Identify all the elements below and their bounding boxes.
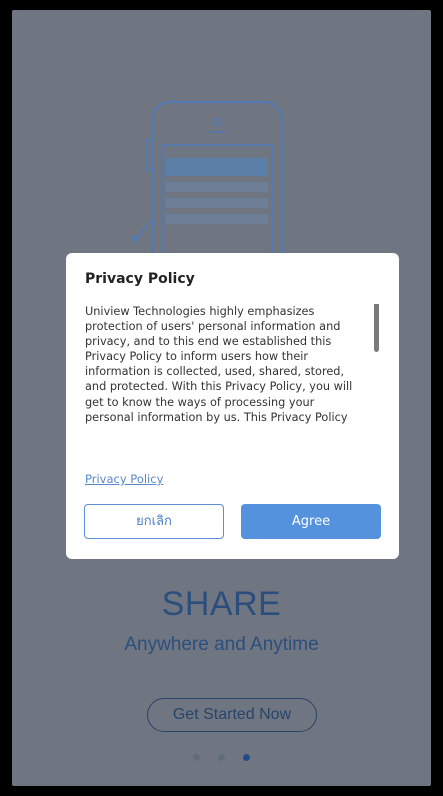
page-indicator (12, 754, 431, 761)
cancel-button[interactable]: ยกเลิก (84, 504, 224, 539)
dialog-scrollbar[interactable] (374, 304, 379, 352)
page-dot-2[interactable] (218, 754, 225, 761)
page-dot-3-active[interactable] (243, 754, 250, 761)
privacy-policy-dialog: Privacy Policy Uniview Technologies high… (66, 253, 399, 559)
dialog-title: Privacy Policy (85, 271, 195, 287)
onboarding-subtitle: Anywhere and Anytime (124, 634, 319, 655)
dialog-button-row: ยกเลิก Agree (84, 504, 381, 539)
page-dot-1[interactable] (193, 754, 200, 761)
dialog-scroll-area[interactable]: Uniview Technologies highly emphasizes p… (85, 304, 381, 450)
device-frame: SHARE Anywhere and Anytime Get Started N… (0, 0, 443, 796)
dialog-body-text: Uniview Technologies highly emphasizes p… (85, 305, 353, 424)
privacy-policy-link[interactable]: Privacy Policy (85, 472, 163, 486)
onboarding-title: SHARE (161, 585, 282, 623)
agree-button[interactable]: Agree (241, 504, 381, 539)
get-started-button[interactable]: Get Started Now (147, 698, 317, 732)
